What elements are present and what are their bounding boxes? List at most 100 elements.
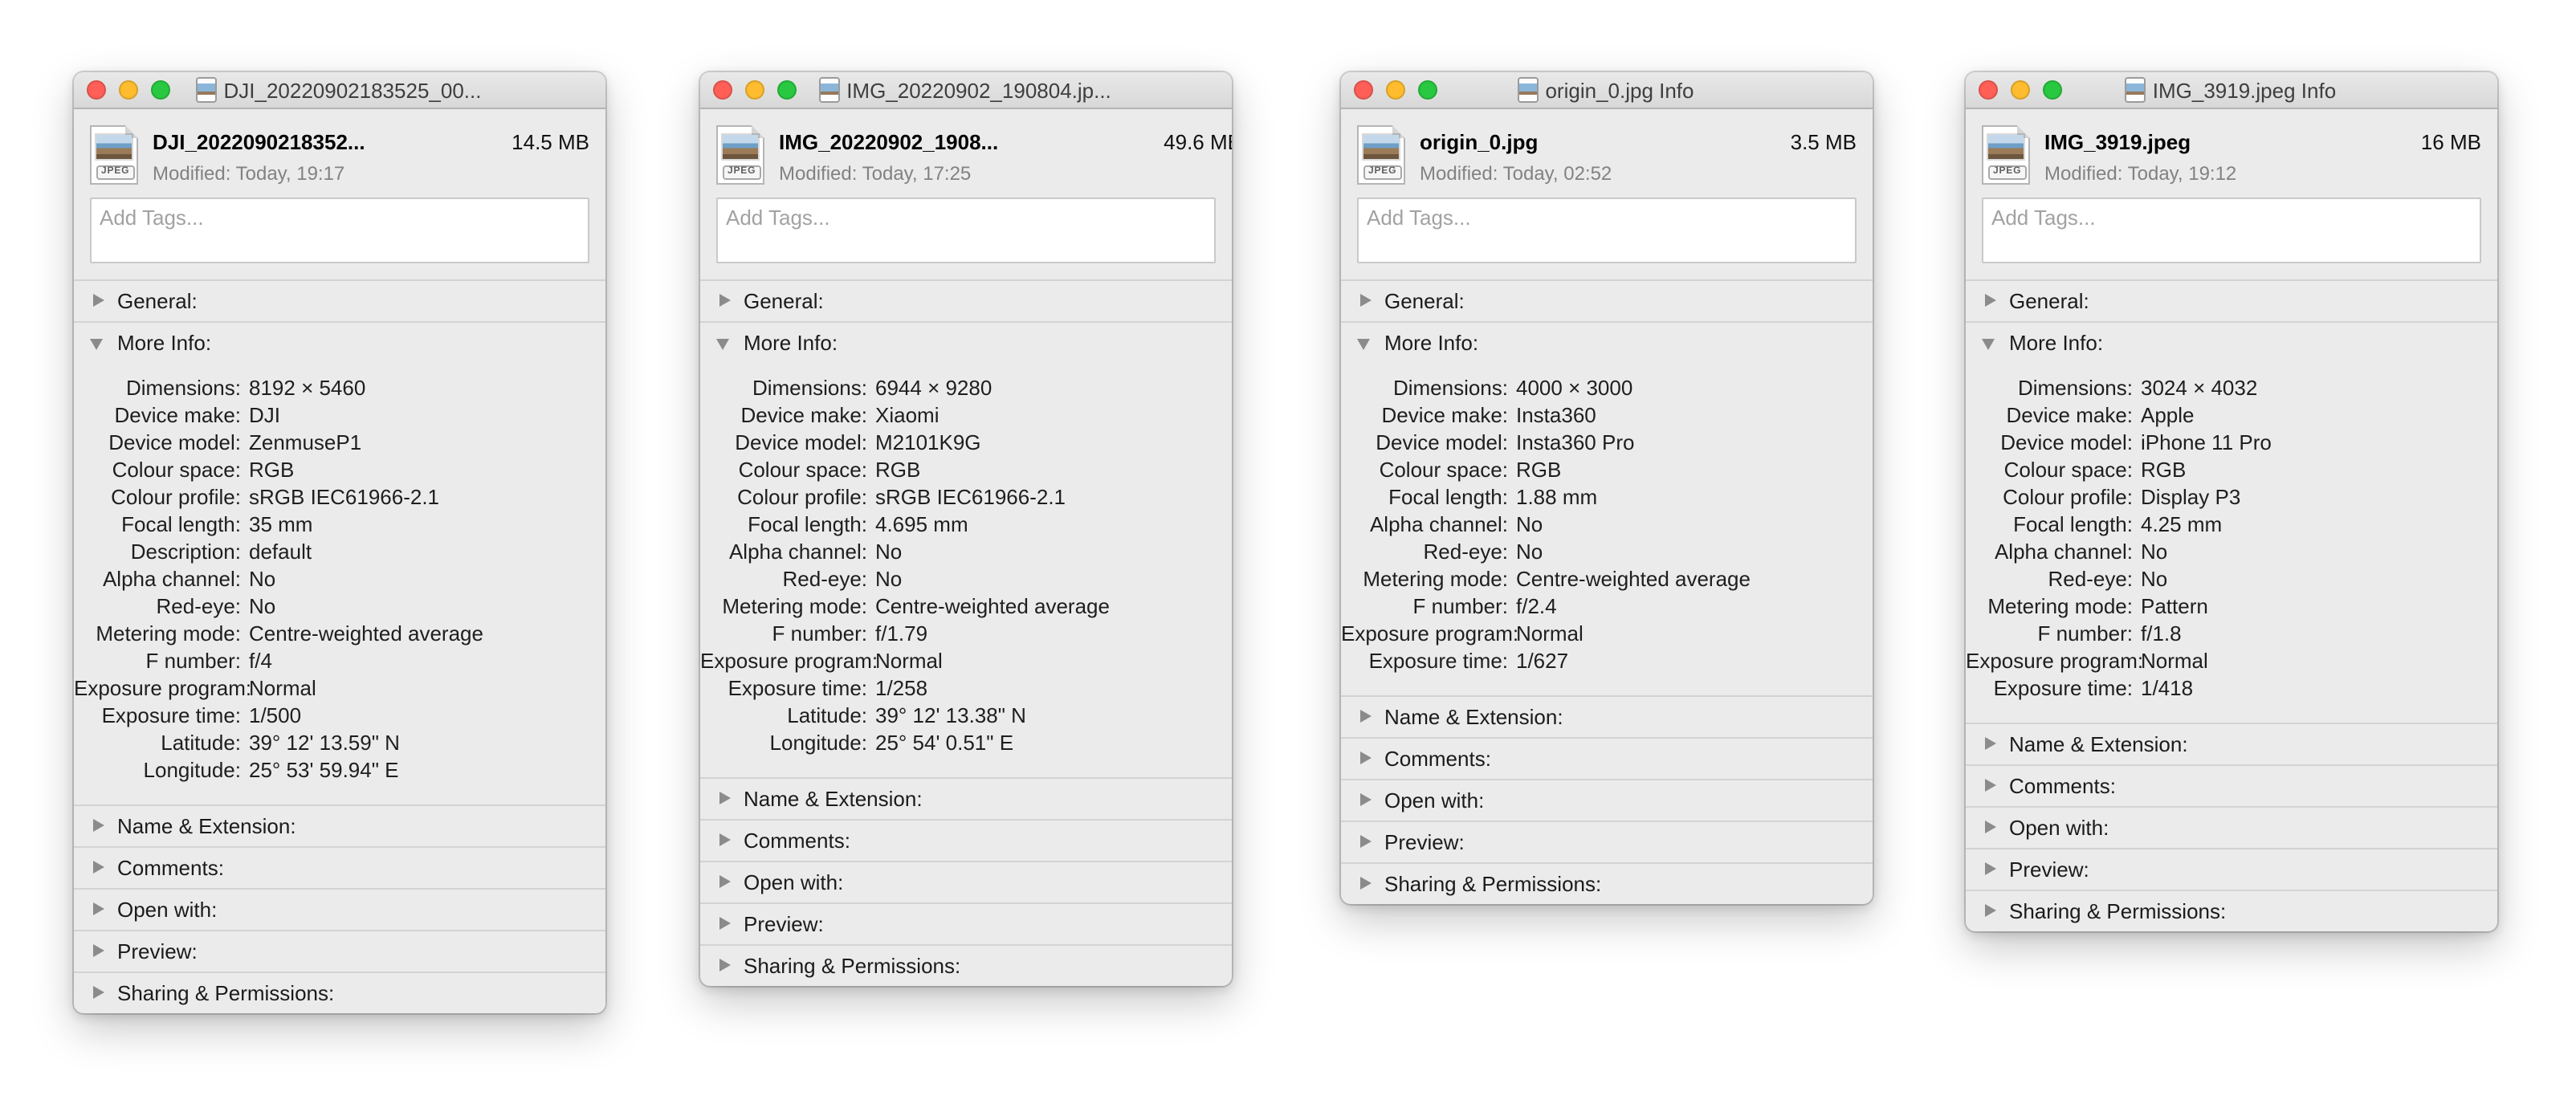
fullscreen-button[interactable] bbox=[777, 80, 797, 100]
fullscreen-button[interactable] bbox=[151, 80, 170, 100]
section-label: Open with: bbox=[117, 898, 218, 922]
disclosure-triangle-expanded-icon[interactable] bbox=[90, 336, 104, 350]
minimize-button[interactable] bbox=[745, 80, 764, 100]
section-name-extension[interactable]: Name & Extension: bbox=[74, 806, 605, 848]
metadata-value: Apple bbox=[2141, 403, 2195, 427]
section-label: Preview: bbox=[744, 912, 824, 936]
close-button[interactable] bbox=[87, 80, 106, 100]
section-preview[interactable]: Preview: bbox=[74, 931, 605, 973]
section-comments[interactable]: Comments: bbox=[1966, 766, 2497, 808]
add-tags-input[interactable]: Add Tags... bbox=[1982, 198, 2481, 263]
disclosure-triangle-icon[interactable] bbox=[1982, 862, 1996, 877]
section-open-with[interactable]: Open with: bbox=[700, 862, 1232, 904]
disclosure-triangle-icon[interactable] bbox=[1357, 877, 1372, 891]
section-label: Sharing & Permissions: bbox=[117, 981, 335, 1005]
minimize-button[interactable] bbox=[1386, 80, 1405, 100]
disclosure-triangle-icon[interactable] bbox=[1982, 904, 1996, 918]
disclosure-triangle-icon[interactable] bbox=[1982, 737, 1996, 751]
section-name-extension[interactable]: Name & Extension: bbox=[1966, 724, 2497, 766]
section-label: Name & Extension: bbox=[744, 787, 923, 811]
metadata-key: Exposure time: bbox=[728, 676, 867, 700]
metadata-value: 39° 12' 13.38" N bbox=[875, 703, 1026, 727]
metadata-key: Alpha channel: bbox=[1369, 512, 1508, 536]
metadata-row: Colour space: RGB bbox=[1341, 456, 1873, 483]
disclosure-triangle-icon[interactable] bbox=[716, 294, 731, 308]
section-open-with[interactable]: Open with: bbox=[1966, 808, 2497, 849]
section-sharing-permissions[interactable]: Sharing & Permissions: bbox=[1341, 864, 1873, 904]
disclosure-triangle-icon[interactable] bbox=[1982, 779, 1996, 793]
section-general[interactable]: General: bbox=[74, 281, 605, 323]
fullscreen-button[interactable] bbox=[2043, 80, 2062, 100]
disclosure-triangle-expanded-icon[interactable] bbox=[1982, 336, 1996, 350]
window-titlebar[interactable]: DJI_20220902183525_00... bbox=[74, 72, 605, 109]
disclosure-triangle-icon[interactable] bbox=[1982, 294, 1996, 308]
disclosure-triangle-icon[interactable] bbox=[1357, 793, 1372, 808]
metadata-row: Device make: Apple bbox=[1966, 401, 2497, 429]
disclosure-triangle-expanded-icon[interactable] bbox=[716, 336, 731, 350]
disclosure-triangle-icon[interactable] bbox=[1982, 821, 1996, 835]
section-label: Preview: bbox=[2009, 857, 2089, 882]
metadata-value: RGB bbox=[249, 458, 295, 482]
disclosure-triangle-expanded-icon[interactable] bbox=[1357, 336, 1372, 350]
metadata-key: Device model: bbox=[735, 430, 867, 454]
disclosure-triangle-icon[interactable] bbox=[1357, 751, 1372, 766]
disclosure-triangle-icon[interactable] bbox=[1357, 835, 1372, 849]
disclosure-triangle-icon[interactable] bbox=[716, 875, 731, 890]
fullscreen-button[interactable] bbox=[1418, 80, 1437, 100]
section-more-info[interactable]: More Info: Dimensions: 4000 × 3000 Device … bbox=[1341, 323, 1873, 697]
add-tags-input[interactable]: Add Tags... bbox=[716, 198, 1216, 263]
disclosure-triangle-icon[interactable] bbox=[716, 792, 731, 806]
add-tags-input[interactable]: Add Tags... bbox=[1357, 198, 1857, 263]
section-sharing-permissions[interactable]: Sharing & Permissions: bbox=[74, 973, 605, 1013]
section-more-info[interactable]: More Info: Dimensions: 6944 × 9280 Device … bbox=[700, 323, 1232, 779]
section-general[interactable]: General: bbox=[700, 281, 1232, 323]
close-button[interactable] bbox=[1354, 80, 1373, 100]
disclosure-triangle-icon[interactable] bbox=[1357, 710, 1372, 724]
section-comments[interactable]: Comments: bbox=[74, 848, 605, 890]
section-open-with[interactable]: Open with: bbox=[74, 890, 605, 931]
section-name-extension[interactable]: Name & Extension: bbox=[700, 779, 1232, 821]
section-label: General: bbox=[744, 289, 824, 313]
window-titlebar[interactable]: IMG_20220902_190804.jp... bbox=[700, 72, 1232, 109]
section-open-with[interactable]: Open with: bbox=[1341, 780, 1873, 822]
disclosure-triangle-icon[interactable] bbox=[716, 959, 731, 973]
close-button[interactable] bbox=[1979, 80, 1998, 100]
section-preview[interactable]: Preview: bbox=[1966, 849, 2497, 891]
disclosure-triangle-icon[interactable] bbox=[90, 861, 104, 875]
add-tags-input[interactable]: Add Tags... bbox=[90, 198, 589, 263]
disclosure-triangle-icon[interactable] bbox=[716, 917, 731, 931]
disclosure-triangle-icon[interactable] bbox=[90, 986, 104, 1000]
section-name-extension[interactable]: Name & Extension: bbox=[1341, 697, 1873, 739]
section-sharing-permissions[interactable]: Sharing & Permissions: bbox=[1966, 891, 2497, 931]
metadata-key: Description: bbox=[130, 540, 241, 564]
metadata-key: Focal length: bbox=[1388, 485, 1508, 509]
disclosure-triangle-icon[interactable] bbox=[90, 902, 104, 917]
disclosure-triangle-icon[interactable] bbox=[90, 294, 104, 308]
section-comments[interactable]: Comments: bbox=[1341, 739, 1873, 780]
section-more-info[interactable]: More Info: Dimensions: 3024 × 4032 Device … bbox=[1966, 323, 2497, 724]
minimize-button[interactable] bbox=[2011, 80, 2030, 100]
section-more-info[interactable]: More Info: Dimensions: 8192 × 5460 Device … bbox=[74, 323, 605, 806]
close-button[interactable] bbox=[713, 80, 732, 100]
section-comments[interactable]: Comments: bbox=[700, 821, 1232, 862]
minimize-button[interactable] bbox=[119, 80, 138, 100]
metadata-key: F number: bbox=[145, 649, 242, 673]
window-titlebar[interactable]: IMG_3919.jpeg Info bbox=[1966, 72, 2497, 109]
metadata-row: Device make: Insta360 bbox=[1341, 401, 1873, 429]
window-titlebar[interactable]: origin_0.jpg Info bbox=[1341, 72, 1873, 109]
disclosure-triangle-icon[interactable] bbox=[1357, 294, 1372, 308]
disclosure-triangle-icon[interactable] bbox=[90, 944, 104, 959]
section-general[interactable]: General: bbox=[1341, 281, 1873, 323]
metadata-value: No bbox=[1516, 512, 1543, 536]
disclosure-triangle-icon[interactable] bbox=[90, 819, 104, 833]
disclosure-triangle-icon[interactable] bbox=[716, 833, 731, 848]
section-preview[interactable]: Preview: bbox=[1341, 822, 1873, 864]
metadata-key: Focal length: bbox=[748, 512, 867, 536]
section-sharing-permissions[interactable]: Sharing & Permissions: bbox=[700, 946, 1232, 986]
section-preview[interactable]: Preview: bbox=[700, 904, 1232, 946]
modified-date: Modified: Today, 19:17 bbox=[153, 162, 345, 185]
section-general[interactable]: General: bbox=[1966, 281, 2497, 323]
metadata-value: RGB bbox=[1516, 458, 1562, 482]
metadata-key: Device make: bbox=[114, 403, 242, 427]
metadata-value: sRGB IEC61966-2.1 bbox=[875, 485, 1066, 509]
